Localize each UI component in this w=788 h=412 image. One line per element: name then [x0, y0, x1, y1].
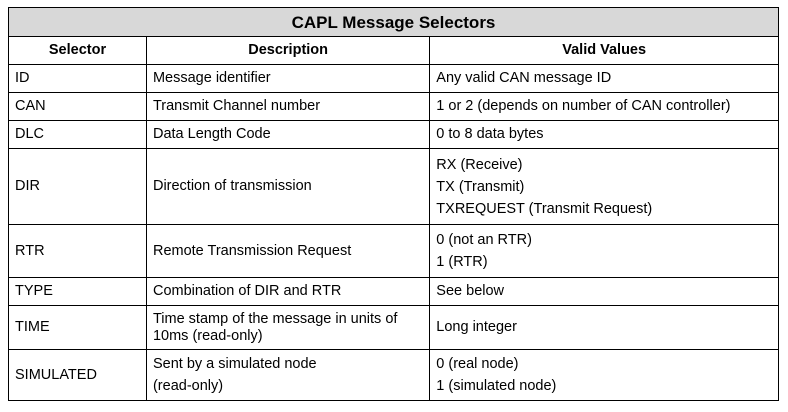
value-line: 1 or 2 (depends on number of CAN control…: [436, 98, 731, 114]
value-line: Any valid CAN message ID: [436, 70, 612, 86]
valid-values-cell: RX (Receive) TX (Transmit) TXREQUEST (Tr…: [429, 148, 779, 225]
description-line: Sent by a simulated node: [152, 356, 317, 372]
value-line: RX (Receive): [436, 156, 523, 173]
description-line: 10ms (read-only): [152, 327, 263, 344]
description-cell: Time stamp of the message in units of 10…: [145, 305, 431, 350]
value-line: See below: [436, 283, 505, 299]
description-cell: Transmit Channel number: [145, 92, 431, 121]
value-line: TX (Transmit): [436, 178, 525, 195]
selector-cell: TYPE: [8, 277, 147, 306]
description-line: Time stamp of the message in units of: [152, 310, 398, 327]
selector-cell: CAN: [8, 92, 147, 121]
value-line: Long integer: [436, 319, 517, 335]
description-line: Message identifier: [152, 70, 271, 86]
valid-values-cell: See below: [429, 277, 779, 306]
table-row: TYPE Combination of DIR and RTR See belo…: [8, 277, 779, 306]
description-cell: Data Length Code: [145, 120, 431, 149]
description-line: (read-only): [152, 378, 224, 394]
table-row: ID Message identifier Any valid CAN mess…: [8, 64, 779, 93]
table-row: TIME Time stamp of the message in units …: [8, 305, 779, 350]
value-line: 1 (RTR): [436, 254, 488, 270]
description-line: Transmit Channel number: [152, 98, 321, 114]
valid-values-cell: 0 (not an RTR) 1 (RTR): [429, 224, 779, 278]
valid-values-cell: Long integer: [429, 305, 779, 350]
selector-cell: ID: [8, 64, 147, 93]
selector-cell: SIMULATED: [8, 349, 147, 401]
selector-cell: RTR: [8, 224, 147, 278]
selector-cell: DLC: [8, 120, 147, 149]
description-line: Remote Transmission Request: [152, 242, 352, 259]
value-line: 0 to 8 data bytes: [436, 126, 544, 142]
value-line: TXREQUEST (Transmit Request): [436, 200, 653, 217]
description-cell: Remote Transmission Request: [145, 224, 431, 278]
description-cell: Combination of DIR and RTR: [145, 277, 431, 306]
column-header-description: Description: [145, 36, 431, 65]
header-row: Selector Description Valid Values: [8, 36, 779, 65]
valid-values-cell: 0 to 8 data bytes: [429, 120, 779, 149]
valid-values-cell: Any valid CAN message ID: [429, 64, 779, 93]
selector-cell: TIME: [8, 305, 147, 350]
table-title: CAPL Message Selectors: [8, 7, 779, 37]
table-row: RTR Remote Transmission Request 0 (not a…: [8, 224, 779, 278]
value-line: 0 (real node): [436, 356, 519, 372]
capl-message-selectors-table: CAPL Message Selectors Selector Descript…: [8, 7, 779, 401]
description-line: Direction of transmission: [152, 178, 312, 194]
table-row: DIR Direction of transmission RX (Receiv…: [8, 148, 779, 225]
description-line: Data Length Code: [152, 126, 271, 142]
description-line: Combination of DIR and RTR: [152, 283, 342, 299]
description-cell: Direction of transmission: [145, 148, 431, 225]
selector-cell: DIR: [8, 148, 147, 225]
capl-message-selectors-table-container: CAPL Message Selectors Selector Descript…: [8, 7, 779, 401]
column-header-valid-values: Valid Values: [429, 36, 779, 65]
description-cell: Sent by a simulated node (read-only): [145, 349, 431, 401]
table-row: CAN Transmit Channel number 1 or 2 (depe…: [8, 92, 779, 121]
value-line: 1 (simulated node): [436, 378, 557, 394]
table-row: SIMULATED Sent by a simulated node (read…: [8, 349, 779, 401]
valid-values-cell: 1 or 2 (depends on number of CAN control…: [429, 92, 779, 121]
column-header-selector: Selector: [8, 36, 147, 65]
value-line: 0 (not an RTR): [436, 232, 532, 248]
valid-values-cell: 0 (real node) 1 (simulated node): [429, 349, 779, 401]
table-row: DLC Data Length Code 0 to 8 data bytes: [8, 120, 779, 149]
description-cell: Message identifier: [145, 64, 431, 93]
